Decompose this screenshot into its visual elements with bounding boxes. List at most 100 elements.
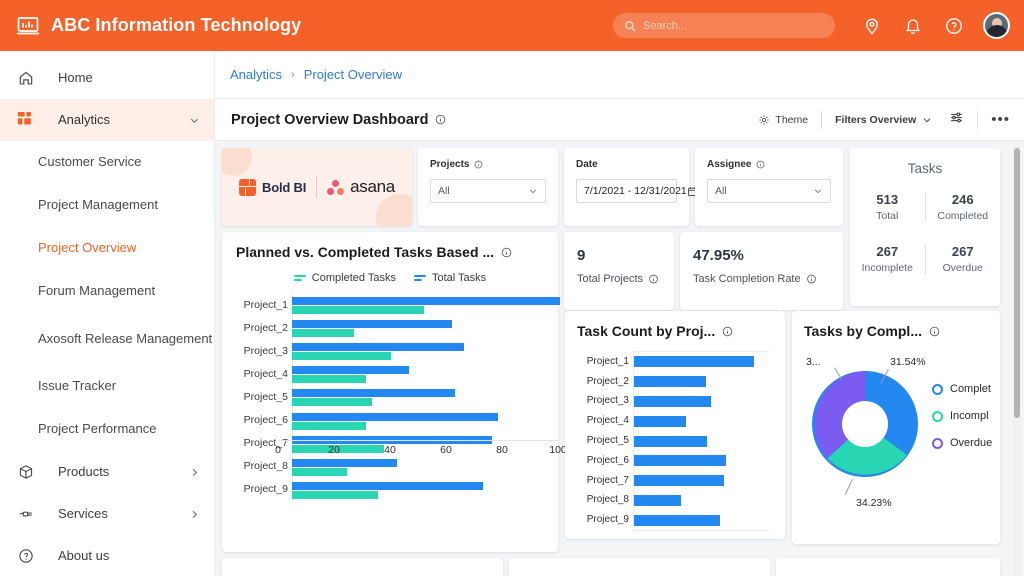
sidebar-item-label: Project Overview: [38, 240, 137, 256]
info-icon[interactable]: [806, 274, 817, 284]
sidebar-item-analytics[interactable]: Analytics: [0, 99, 214, 141]
projects-filter-label: Projects: [430, 159, 546, 170]
bar-task-count[interactable]: [634, 376, 706, 388]
sidebar-item-project-performance[interactable]: Project Performance: [0, 408, 214, 451]
sidebar-item-home[interactable]: Home: [0, 57, 214, 99]
breadcrumb-parent[interactable]: Analytics: [230, 67, 282, 82]
header-icon-group: [863, 17, 963, 35]
legend-item-total[interactable]: Total Tasks: [413, 272, 486, 284]
sidebar-item-products[interactable]: Products: [0, 451, 214, 493]
search-input[interactable]: [643, 19, 824, 32]
info-icon[interactable]: [755, 160, 766, 169]
bar-total-tasks[interactable]: [292, 481, 483, 490]
branding-card: Bold BI asana: [222, 148, 412, 226]
bar-total-tasks[interactable]: [292, 366, 410, 375]
bar-task-count[interactable]: [634, 494, 681, 506]
bar-task-count[interactable]: [634, 395, 712, 407]
legend-swatch-icon: [932, 383, 943, 395]
chart-title: Planned vs. Completed Tasks Based ...: [236, 244, 495, 260]
chart-plot-area: Project_1 Project_2 Project_3 Project_4 Proj…: [236, 294, 560, 502]
donut-plot-area: 31.54% 3... 34.23% Complet Incompl Overd…: [804, 353, 992, 533]
vertical-scrollbar-thumb[interactable]: [1014, 148, 1020, 418]
bar-completed-tasks[interactable]: [292, 467, 348, 476]
dashboard-canvas: Bold BI asana Projects All Date 7/1/2021…: [215, 141, 1024, 576]
kpi-label: Total: [876, 210, 899, 222]
search-box[interactable]: [613, 13, 835, 38]
bottom-card-1: [222, 558, 503, 576]
info-icon[interactable]: [473, 160, 484, 169]
more-options-button[interactable]: •••: [991, 112, 1010, 127]
sidebar-item-customer-service[interactable]: Customer Service: [0, 141, 214, 184]
info-icon[interactable]: [648, 274, 659, 284]
assignee-filter-label: Assignee: [707, 159, 831, 170]
sidebar-item-axosoft-release-management[interactable]: Axosoft Release Management: [0, 313, 214, 365]
location-pin-icon[interactable]: [863, 17, 881, 35]
category-label: Project_1: [586, 355, 629, 367]
chevron-down-icon[interactable]: [189, 115, 200, 126]
assignee-filter-value: All: [715, 185, 727, 197]
sidebar-item-project-overview[interactable]: Project Overview: [0, 227, 214, 270]
top-header-bar: ABC Information Technology: [0, 0, 1024, 51]
bar-total-tasks[interactable]: [292, 320, 453, 329]
bar-completed-tasks[interactable]: [292, 490, 379, 499]
donut-chart[interactable]: [812, 371, 918, 477]
bar-task-count[interactable]: [634, 455, 727, 467]
sidebar-item-issue-tracker[interactable]: Issue Tracker: [0, 365, 214, 408]
page-title: Project Overview Dashboard: [231, 111, 429, 128]
legend-item-completed[interactable]: Completed Tasks: [293, 272, 396, 284]
theme-button[interactable]: Theme: [758, 114, 808, 126]
task-count-chart-card: Task Count by Proj... Project_1 Project_2…: [565, 311, 785, 539]
sidebar-item-services[interactable]: Services: [0, 493, 214, 535]
legend-item-overdue[interactable]: Overdue: [932, 437, 992, 449]
info-icon[interactable]: [435, 114, 446, 125]
asana-logo: asana: [327, 177, 395, 197]
bar-task-count[interactable]: [634, 356, 755, 368]
info-icon[interactable]: [722, 326, 733, 337]
sidebar-item-project-management[interactable]: Project Management: [0, 184, 214, 227]
bar-task-count[interactable]: [634, 415, 687, 427]
tasks-kpi-row: 267 Incomplete 267 Overdue: [850, 244, 1000, 274]
bar-task-count[interactable]: [634, 435, 708, 447]
bar-task-count[interactable]: [634, 475, 724, 487]
bar-total-tasks[interactable]: [292, 343, 465, 352]
bar-completed-tasks[interactable]: [292, 306, 425, 314]
projects-filter-value: All: [438, 185, 450, 197]
avatar-body: [985, 25, 1008, 37]
category-label: Project_5: [586, 435, 629, 446]
bar-total-tasks[interactable]: [292, 389, 456, 398]
info-icon[interactable]: [929, 326, 940, 337]
sidebar-item-about-us[interactable]: About us: [0, 535, 214, 576]
bar-total-tasks[interactable]: [292, 412, 499, 421]
bar-completed-tasks[interactable]: [292, 421, 366, 430]
kpi-label: Completed: [937, 210, 989, 222]
help-circle-icon[interactable]: [945, 17, 963, 35]
date-filter-label: Date: [576, 159, 677, 170]
chevron-right-icon[interactable]: [189, 467, 200, 478]
projects-filter-dropdown[interactable]: All: [430, 179, 546, 203]
boldbi-logo: Bold BI: [239, 178, 306, 196]
chevron-right-icon[interactable]: [189, 509, 200, 520]
task-completion-rate-card: 47.95% Task Completion Rate: [680, 232, 843, 310]
brand[interactable]: ABC Information Technology: [16, 14, 301, 38]
breadcrumb-current[interactable]: Project Overview: [304, 67, 402, 82]
date-filter-card: Date 7/1/2021 - 12/31/2021: [564, 148, 697, 226]
app-body: Home Analytics Customer Service Project …: [0, 51, 1024, 576]
avatar[interactable]: [983, 12, 1010, 39]
sidebar-item-forum-management[interactable]: Forum Management: [0, 270, 214, 313]
sidebar-item-label: Forum Management: [38, 283, 156, 299]
filters-overview-dropdown[interactable]: Filters Overview: [835, 114, 933, 126]
bar-completed-tasks[interactable]: [292, 398, 373, 407]
legend-item-incomplete[interactable]: Incompl: [932, 410, 992, 422]
legend-item-complete[interactable]: Complet: [932, 383, 992, 395]
bar-completed-tasks[interactable]: [292, 375, 366, 384]
filter-settings-button[interactable]: [949, 110, 964, 130]
bar-task-count[interactable]: [634, 514, 720, 526]
bar-completed-tasks[interactable]: [292, 329, 354, 338]
date-filter-picker[interactable]: 7/1/2021 - 12/31/2021: [576, 179, 697, 203]
donut-label-incomplete: 34.23%: [856, 497, 892, 509]
assignee-filter-dropdown[interactable]: All: [707, 179, 831, 203]
bar-total-tasks[interactable]: [292, 297, 560, 305]
bar-completed-tasks[interactable]: [292, 352, 391, 361]
bell-icon[interactable]: [904, 17, 922, 35]
info-icon[interactable]: [501, 247, 512, 258]
